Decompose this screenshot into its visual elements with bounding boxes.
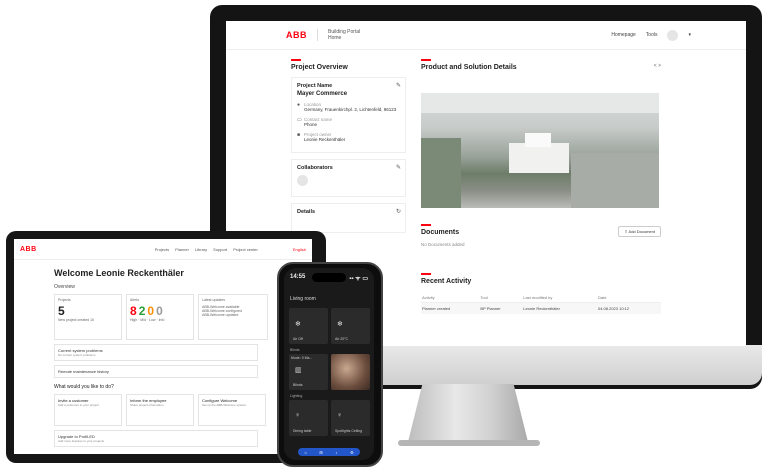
inform-employee-card[interactable]: Inform the employee Share project inform…	[126, 394, 194, 426]
lamp-icon: ♀	[337, 412, 343, 419]
location-pin-icon: ●	[297, 102, 301, 108]
music-icon[interactable]: ♪	[335, 450, 337, 455]
tab-planner[interactable]: Planner	[175, 247, 189, 252]
tablet-screen: ABB Projects Planner Library Support Pro…	[14, 239, 312, 454]
tablet-nav: Projects Planner Library Support Project…	[155, 247, 258, 252]
edit-icon[interactable]: ✎	[396, 82, 401, 89]
welcome-heading: Welcome Leonie Reckenthäler	[54, 268, 184, 278]
configure-welcome-card[interactable]: Configure Welcome Set up the ABB-Welcome…	[198, 394, 266, 426]
settings-icon[interactable]: ⚙	[350, 450, 354, 455]
invite-customer-card[interactable]: Invite a customer Add a customer to your…	[54, 394, 122, 426]
user-icon: ■	[297, 132, 301, 138]
ac-20-tile[interactable]: ❄ Air 20°C	[331, 308, 370, 344]
nav-tools[interactable]: Tools	[646, 32, 658, 38]
signal-icon: ▪▪ ᯤ ▭	[349, 276, 368, 282]
upgrade-card[interactable]: Upgrade to ProfiLED Add more features to…	[54, 430, 258, 447]
add-document-button[interactable]: ⇪ Add Document	[618, 226, 661, 237]
product-details: Product and Solution Details < >	[421, 59, 661, 71]
product-details-title: Product and Solution Details	[421, 64, 517, 71]
dining-light-tile[interactable]: ♀ Dining table	[289, 400, 328, 436]
projects-card[interactable]: Projects 5 New project created 10	[54, 294, 122, 340]
abb-logo[interactable]: ABB	[286, 30, 307, 40]
tablet-header: ABB Projects Planner Library Support Pro…	[14, 239, 312, 260]
location-value: Germany, Frauenkirchpl. 2, Lichtenfeld, …	[304, 107, 397, 112]
ac-off-tile[interactable]: ❄ Air Off	[289, 308, 328, 344]
updates-card[interactable]: Latest updates ABB-Welcome available ABB…	[198, 294, 268, 340]
alerts-low: 0	[147, 304, 157, 318]
chevron-down-icon[interactable]: ▾	[688, 32, 691, 38]
recent-activity: Recent Activity Activity Tool Last modif…	[421, 273, 661, 314]
brand-subtitle: Home	[328, 35, 342, 41]
phone-screen: 14:55 ▪▪ ᯤ ▭ Living room ❄ Air Off ❄ Air 2…	[284, 268, 374, 460]
grid-icon[interactable]: ⊞	[319, 450, 322, 455]
ac-icon: ❄	[295, 321, 301, 328]
spotlights-tile[interactable]: ♀ Spotlights Ceiling	[331, 400, 370, 436]
building-photo	[421, 93, 659, 208]
desktop-header: ABB Building Portal Home Homepage Tools …	[226, 21, 746, 50]
details-card: ↻ Details	[291, 203, 406, 233]
tab-projects[interactable]: Projects	[155, 247, 169, 252]
project-overview: Project Overview ✎ Project Name Mayer Co…	[291, 59, 406, 233]
lamp-icon: ♀	[295, 412, 301, 419]
overview-label: Overview	[54, 284, 75, 290]
avatar[interactable]	[667, 29, 679, 41]
edit-icon[interactable]: ✎	[396, 164, 401, 171]
refresh-icon[interactable]: ↻	[396, 208, 401, 215]
nav-homepage[interactable]: Homepage	[611, 32, 635, 38]
project-name: Mayer Commerce	[297, 91, 348, 97]
collaborators-card: ✎ Collaborators	[291, 159, 406, 197]
question-heading: What would you like to do?	[54, 384, 114, 390]
tab-project-center[interactable]: Project center	[233, 247, 258, 252]
documents-section: Documents ⇪ Add Document No Documents ad…	[421, 224, 661, 247]
alerts-high: 8	[130, 304, 139, 318]
dynamic-island	[312, 273, 346, 282]
project-overview-title: Project Overview	[291, 64, 348, 71]
phone-time: 14:55	[290, 274, 306, 280]
desktop-nav: Homepage Tools ▾	[611, 29, 691, 41]
contact-icon: ▭	[297, 117, 302, 123]
tab-support[interactable]: Support	[213, 247, 227, 252]
maintenance-history[interactable]: Remote maintenance history	[54, 365, 258, 378]
ac-icon: ❄	[337, 321, 343, 328]
alerts-card[interactable]: Alerts 8200 High · Mid · Low · Info	[126, 294, 194, 340]
abb-logo[interactable]: ABB	[20, 246, 37, 253]
tab-library[interactable]: Library	[195, 247, 207, 252]
owner-value: Leonie Reckenthäler	[304, 137, 346, 142]
documents-empty-text: No Documents added	[421, 242, 465, 247]
recent-activity-title: Recent Activity	[421, 278, 472, 285]
alerts-info: 0	[156, 304, 165, 318]
table-row[interactable]: Planner created BP Planner Leonie Recken…	[421, 302, 661, 314]
activity-table: Activity Tool Last modified by Date Plan…	[421, 293, 661, 314]
language-selector[interactable]: English	[293, 247, 306, 252]
blind-icon: ▥	[295, 367, 302, 374]
photo-tile[interactable]	[331, 354, 370, 390]
room-title: Living room	[290, 296, 316, 302]
blinds-tile[interactable]: Mode: 0 Ma... ▥ Blinds	[289, 354, 328, 390]
phone-bottom-nav: ⌂ ⊞ ♪ ⚙	[298, 448, 360, 456]
project-card: ✎ Project Name Mayer Commerce ● Location…	[291, 77, 406, 153]
monitor-stand-foot	[398, 440, 540, 446]
current-problems[interactable]: Current system problems No current syste…	[54, 344, 258, 361]
monitor-stand	[408, 384, 528, 442]
collaborator-avatar[interactable]	[297, 175, 308, 186]
projects-count: 5	[58, 304, 65, 318]
gallery-pager[interactable]: < >	[654, 63, 661, 69]
home-icon[interactable]: ⌂	[304, 450, 306, 455]
